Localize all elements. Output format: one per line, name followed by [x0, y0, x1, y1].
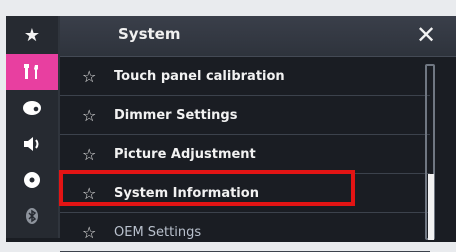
sidebar-rail: ★: [6, 16, 60, 238]
star-outline-icon[interactable]: ☆: [82, 223, 104, 242]
star-icon[interactable]: ★: [6, 18, 58, 54]
palette-icon[interactable]: [6, 90, 58, 126]
page-title: System: [118, 25, 181, 43]
close-icon[interactable]: ✕: [412, 20, 440, 50]
tools-icon[interactable]: [6, 54, 58, 90]
star-outline-icon[interactable]: ☆: [82, 145, 104, 164]
scrollbar-thumb[interactable]: [428, 174, 434, 240]
disc-icon[interactable]: [6, 162, 58, 198]
star-outline-icon[interactable]: ☆: [82, 67, 104, 86]
star-outline-icon[interactable]: ☆: [82, 106, 104, 125]
list-item[interactable]: ☆ OEM Settings: [60, 213, 430, 252]
list-item-label: Picture Adjustment: [114, 146, 256, 162]
list-item-label: OEM Settings: [114, 224, 202, 240]
list-item[interactable]: ☆ Touch panel calibration: [60, 57, 430, 96]
list-item-label: Dimmer Settings: [114, 107, 238, 123]
bluetooth-icon[interactable]: [6, 198, 58, 234]
list-item[interactable]: ☆ Dimmer Settings: [60, 96, 430, 135]
speaker-icon[interactable]: [6, 126, 58, 162]
settings-list: ☆ Touch panel calibration ☆ Dimmer Setti…: [60, 57, 430, 252]
list-item-label: Touch panel calibration: [114, 68, 285, 84]
header-bar: System ✕: [60, 16, 456, 57]
selection-highlight: [59, 170, 355, 206]
list-item[interactable]: ☆ Picture Adjustment: [60, 135, 430, 174]
top-strip: [6, 0, 456, 16]
